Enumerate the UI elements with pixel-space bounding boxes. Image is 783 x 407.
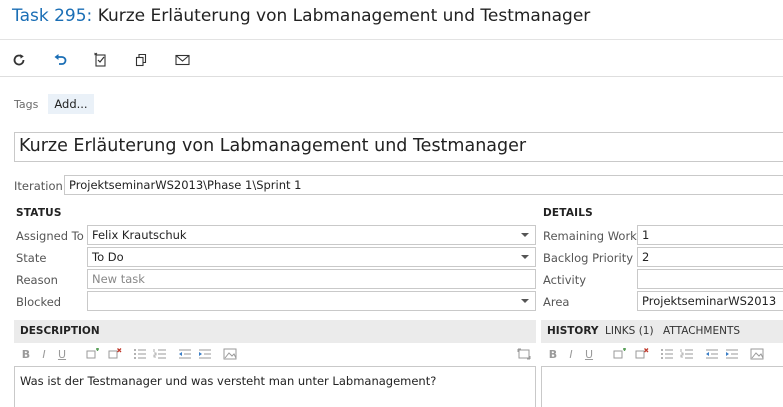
bold-button[interactable]: B: [20, 346, 32, 362]
chevron-down-icon[interactable]: [521, 299, 529, 303]
chevron-down-icon[interactable]: [521, 255, 529, 259]
maximize-icon[interactable]: [516, 346, 532, 362]
refresh-icon: [13, 54, 25, 66]
copy-button[interactable]: [131, 50, 151, 70]
add-tag-button[interactable]: Add...: [48, 94, 94, 114]
state-label: State: [16, 251, 47, 265]
activity-field[interactable]: [637, 269, 783, 289]
bullet-list-icon[interactable]: [659, 346, 675, 362]
tab-links[interactable]: LINKS (1): [605, 325, 654, 337]
state-value: To Do: [92, 250, 124, 264]
indent-icon[interactable]: [724, 346, 740, 362]
outdent-icon[interactable]: [177, 346, 193, 362]
history-editor[interactable]: [541, 366, 783, 407]
description-header: DESCRIPTION: [14, 320, 536, 343]
underline-button[interactable]: U: [583, 346, 595, 362]
reason-label: Reason: [16, 273, 58, 287]
remaining-work-field[interactable]: 1: [637, 225, 783, 245]
blocked-label: Blocked: [16, 295, 62, 309]
checklist-button[interactable]: [91, 50, 111, 70]
numbered-list-icon[interactable]: [152, 346, 168, 362]
activity-label: Activity: [543, 273, 587, 287]
title-input[interactable]: Kurze Erläuterung von Labmanagement und …: [14, 132, 783, 162]
details-header: DETAILS: [543, 207, 593, 219]
state-dropdown[interactable]: To Do: [87, 247, 536, 267]
tabs-header: HISTORY LINKS (1) ATTACHMENTS: [541, 320, 783, 343]
image-icon[interactable]: [222, 346, 238, 362]
status-header: STATUS: [16, 207, 62, 219]
iteration-field[interactable]: ProjektseminarWS2013\Phase 1\Sprint 1: [64, 175, 783, 195]
task-id: Task 295:: [12, 6, 93, 26]
area-label: Area: [543, 295, 570, 309]
tab-attachments[interactable]: ATTACHMENTS: [663, 325, 740, 337]
assigned-to-value: Felix Krautschuk: [92, 228, 187, 242]
bullet-list-icon[interactable]: [132, 346, 148, 362]
blocked-dropdown[interactable]: [87, 291, 536, 311]
highlight-icon[interactable]: [612, 346, 628, 362]
email-icon: [174, 54, 190, 66]
assigned-to-dropdown[interactable]: Felix Krautschuk: [87, 225, 536, 245]
tags-row: Tags Add...: [14, 94, 94, 114]
iteration-label: Iteration: [14, 179, 63, 193]
tab-history[interactable]: HISTORY: [547, 325, 598, 337]
toolbar: [0, 41, 783, 77]
checklist-icon: [94, 52, 106, 67]
undo-button[interactable]: [50, 50, 70, 70]
history-rte-toolbar: B I U: [547, 346, 783, 364]
highlight-icon[interactable]: [85, 346, 101, 362]
title-bar: Task 295: Kurze Erläuterung von Labmanag…: [0, 0, 783, 40]
italic-button[interactable]: I: [565, 346, 577, 362]
description-editor[interactable]: Was ist der Testmanager und was versteht…: [14, 366, 536, 407]
tags-label: Tags: [14, 97, 39, 111]
reason-field[interactable]: New task: [87, 269, 536, 289]
email-button[interactable]: [172, 50, 192, 70]
image-icon[interactable]: [749, 346, 765, 362]
clear-format-icon[interactable]: [634, 346, 650, 362]
description-title: DESCRIPTION: [20, 325, 100, 337]
underline-button[interactable]: U: [56, 346, 68, 362]
italic-button[interactable]: I: [38, 346, 50, 362]
area-field[interactable]: ProjektseminarWS2013: [637, 291, 783, 311]
bold-button[interactable]: B: [547, 346, 559, 362]
window-title: Task 295: Kurze Erläuterung von Labmanag…: [12, 6, 590, 26]
numbered-list-icon[interactable]: [679, 346, 695, 362]
description-text: Was ist der Testmanager und was versteht…: [20, 374, 437, 388]
outdent-icon[interactable]: [704, 346, 720, 362]
task-title: Kurze Erläuterung von Labmanagement und …: [97, 6, 591, 26]
backlog-priority-label: Backlog Priority: [543, 251, 634, 265]
indent-icon[interactable]: [197, 346, 213, 362]
copy-icon: [135, 53, 147, 67]
remaining-work-label: Remaining Work: [543, 229, 637, 243]
backlog-priority-field[interactable]: 2: [637, 247, 783, 267]
undo-icon: [54, 54, 67, 65]
assigned-to-label: Assigned To: [16, 229, 84, 243]
refresh-button[interactable]: [9, 50, 29, 70]
chevron-down-icon[interactable]: [521, 233, 529, 237]
clear-format-icon[interactable]: [107, 346, 123, 362]
description-rte-toolbar: B I U: [20, 346, 536, 364]
